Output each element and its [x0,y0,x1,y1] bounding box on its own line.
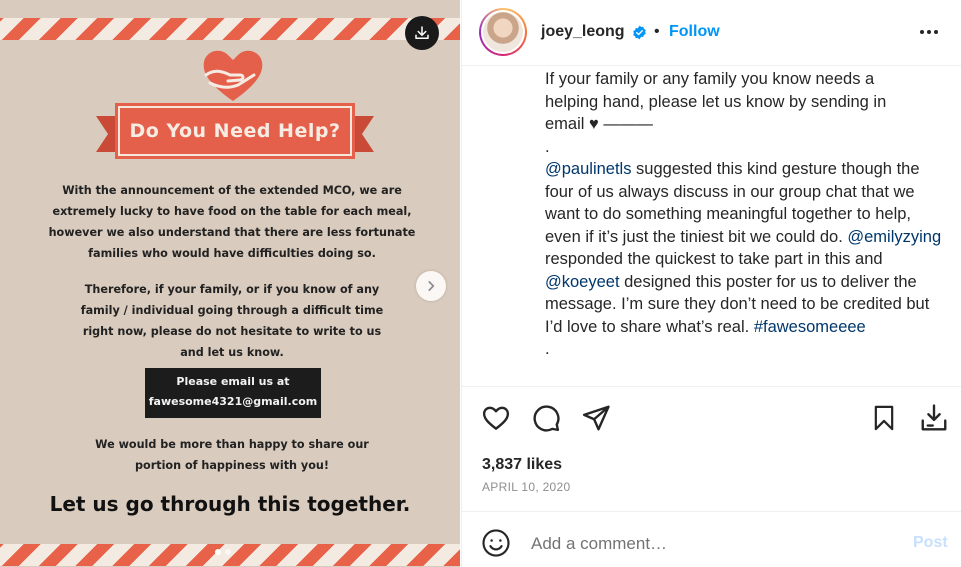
send-icon [582,405,610,431]
poster-line: extremely lucky to have food on the tabl… [52,205,412,218]
comment-bar: Post [462,512,961,567]
share-button[interactable] [580,402,612,434]
carousel-dot-active [215,549,221,555]
heart-hands-logo [203,50,263,101]
poster-line: Therefore, if your family, or if you kno… [84,283,380,296]
caption-text: responded the quickest to take part in t… [545,250,883,268]
download-post-button[interactable] [918,402,950,434]
heart-icon [482,406,510,430]
email-box-label: Please email us at [176,375,290,388]
poster-line: family / individual going through a diff… [80,304,384,317]
post-date[interactable]: APRIL 10, 2020 [482,480,570,494]
poster-line: We would be more than happy to share our [95,438,369,451]
poster-line: right now, please do not hesitate to wri… [82,325,382,338]
save-button[interactable] [868,402,900,434]
header-separator: • [654,23,660,40]
caption-line: email ♥ ——— [545,115,653,133]
avatar[interactable] [479,8,527,56]
download-tray-icon [921,404,947,431]
carousel-indicator [215,549,231,555]
hashtag-link[interactable]: #fawesomeeee [754,318,866,336]
poster-tagline: Let us go through this together. [49,492,411,516]
carousel-next-button[interactable] [416,271,446,301]
divider [462,386,961,387]
title-ribbon: Do You Need Help? [96,103,374,162]
more-dot [920,30,924,34]
action-bar [462,400,961,440]
download-button[interactable] [405,16,439,50]
post-image[interactable]: Do You Need Help? With the announcement … [0,0,460,567]
more-dot [934,30,938,34]
top-stripe-border [0,18,460,40]
poster-line: and let us know. [180,346,284,359]
poster-paragraph-3: We would be more than happy to share our… [40,434,424,476]
avatar-inner [481,10,525,54]
likes-count[interactable]: 3,837 likes [482,456,562,474]
avatar-image [483,12,523,52]
chevron-right-icon [428,281,435,291]
bottom-stripe-border [0,544,460,566]
email-box: Please email us at fawesome4321@gmail.co… [145,368,321,418]
post-header: joey_leong • Follow [462,0,961,66]
mention-link[interactable]: @koeyeet [545,273,620,291]
caption-paragraph: @paulinetls suggested this kind gesture … [545,158,945,338]
more-options-button[interactable] [920,22,944,42]
comment-icon [533,405,560,432]
poster-line: however we also understand that there ar… [48,226,416,239]
poster-line: With the announcement of the extended MC… [62,184,402,197]
poster-paragraph-2: Therefore, if your family, or if you kno… [40,279,424,363]
more-dot [927,30,931,34]
username-link[interactable]: joey_leong [541,23,625,41]
post-comment-button[interactable]: Post [913,534,948,552]
caption-dot: . [545,340,550,358]
emoji-icon[interactable] [481,528,511,558]
poster-title: Do You Need Help? [115,103,355,159]
caption-line: If your family or any family you know ne… [545,70,875,88]
bookmark-icon [874,405,894,431]
poster-paragraph-1: With the announcement of the extended MC… [40,180,424,264]
poster-line: families who would have difficulties doi… [88,247,376,260]
carousel-dot [225,549,231,555]
like-button[interactable] [480,402,512,434]
mention-link[interactable]: @paulinetls [545,160,631,178]
post-side-panel: joey_leong • Follow If your family or an… [461,0,961,567]
comment-input[interactable] [531,530,891,558]
mention-link[interactable]: @emilyzying [847,228,941,246]
poster-line: portion of happiness with you! [135,459,329,472]
comment-button[interactable] [530,402,562,434]
email-address: fawesome4321@gmail.com [148,395,318,408]
caption-dot: . [545,137,550,156]
post-caption: If your family or any family you know ne… [545,68,945,386]
follow-button[interactable]: Follow [669,23,720,41]
download-icon [415,26,429,39]
caption-line: helping hand, please let us know by send… [545,92,887,111]
verified-badge-icon [633,25,646,40]
